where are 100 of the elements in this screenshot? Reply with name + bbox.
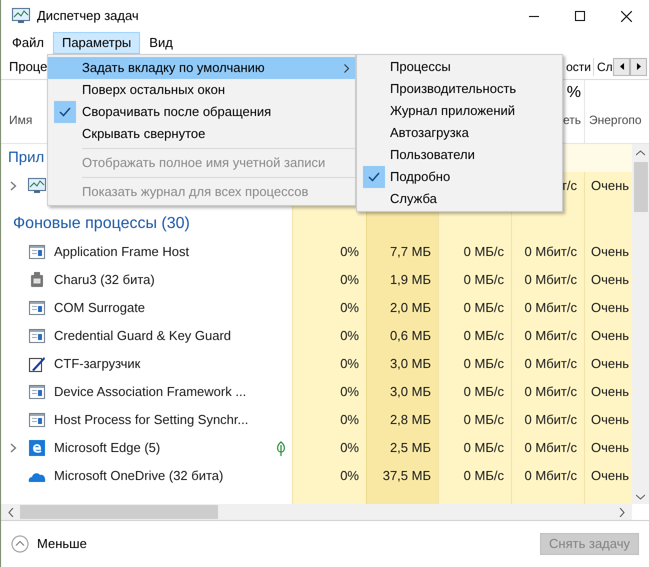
- checkmark-icon: [59, 107, 71, 117]
- memory-cell: 1,9 МБ: [366, 266, 438, 294]
- menu-item[interactable]: Скрывать свернутое: [48, 123, 355, 145]
- monitor-icon: [28, 178, 46, 194]
- scroll-right-button[interactable]: [630, 58, 647, 76]
- network-cell: 0 Мбит/с: [511, 322, 584, 350]
- column-header[interactable]: еть: [562, 111, 581, 129]
- maximize-icon: [575, 11, 585, 21]
- horizontal-scrollbar[interactable]: [1, 504, 632, 520]
- cloud-icon: [28, 470, 46, 482]
- menu-item[interactable]: Производительность: [357, 78, 562, 100]
- memory-cell: 3,0 МБ: [366, 350, 438, 378]
- menu-item[interactable]: Поверх остальных окон: [48, 79, 355, 101]
- scrollbar-thumb[interactable]: [20, 505, 218, 519]
- memory-cell: 2,8 МБ: [366, 406, 438, 434]
- window-icon: [29, 245, 45, 259]
- disk-cell: 0 МБ/с: [438, 434, 511, 462]
- energy-cell: Очень: [584, 350, 632, 378]
- process-name: CTF-загрузчик: [54, 355, 140, 374]
- memory-cell: 0,6 МБ: [366, 322, 438, 350]
- memory-cell: 2,0 МБ: [366, 294, 438, 322]
- cpu-cell: 0%: [292, 266, 366, 294]
- notepad-pen-icon: [29, 356, 45, 372]
- column-header[interactable]: Энергопо: [589, 111, 642, 129]
- window-icon: [29, 301, 45, 315]
- cpu-cell: 0%: [292, 350, 366, 378]
- energy-cell: Очень: [584, 294, 632, 322]
- fewer-details-button[interactable]: Меньше: [11, 534, 87, 554]
- process-name: Device Association Framework ...: [54, 383, 246, 402]
- menu-item[interactable]: Задать вкладку по умолчанию: [48, 57, 355, 79]
- process-name: Host Process for Setting Synchr...: [54, 411, 248, 430]
- energy-cell: Очень: [584, 462, 632, 490]
- right-arrow-icon: [636, 63, 640, 70]
- monitor-icon: [12, 8, 30, 24]
- menu-bar-item[interactable]: Файл: [3, 32, 53, 54]
- window-title: Диспетчер задач: [37, 7, 139, 26]
- window-icon: [29, 329, 45, 343]
- scroll-left-button[interactable]: [613, 58, 630, 76]
- disk-cell: 0 МБ/с: [438, 406, 511, 434]
- process-name: Microsoft Edge (5): [54, 439, 160, 458]
- expand-chevron-icon[interactable]: [10, 181, 16, 191]
- memory-cell: 2,5 МБ: [366, 434, 438, 462]
- cpu-cell: 0%: [292, 462, 366, 490]
- menu-item[interactable]: Журнал приложений: [357, 100, 562, 122]
- network-cell: 0 Мбит/с: [511, 350, 584, 378]
- edge-icon: [29, 440, 45, 456]
- tab[interactable]: Сл: [594, 58, 613, 76]
- vertical-scrollbar[interactable]: [632, 144, 649, 504]
- network-cell: 0 Мбит/с: [511, 406, 584, 434]
- disk-cell: 0 МБ/с: [438, 322, 511, 350]
- menu-bar-item[interactable]: Параметры: [52, 32, 140, 54]
- disk-cell: 0 МБ/с: [438, 378, 511, 406]
- network-cell: 0 Мбит/с: [511, 266, 584, 294]
- disk-cell: 0 МБ/с: [438, 462, 511, 490]
- tab[interactable]: Проце: [9, 56, 48, 76]
- menu-item[interactable]: Процессы: [357, 56, 562, 78]
- group-title: Фоновые процессы (30): [13, 214, 190, 234]
- energy-cell: Очень: [584, 238, 632, 266]
- cpu-cell: 0%: [292, 406, 366, 434]
- window-icon: [29, 413, 45, 427]
- process-name: Charu3 (32 бита): [54, 271, 155, 290]
- left-arrow-icon: [620, 63, 624, 70]
- energy-cell: Очень: [584, 172, 632, 200]
- cpu-cell: 0%: [292, 434, 366, 462]
- group-title: Прил: [8, 148, 44, 168]
- process-name: Microsoft OneDrive (32 бита): [54, 467, 224, 486]
- leaf-icon: [276, 441, 286, 456]
- network-cell: 0 Мбит/с: [511, 462, 584, 490]
- scrollbar-thumb[interactable]: [634, 162, 648, 212]
- cpu-cell: 0%: [292, 322, 366, 350]
- energy-cell: Очень: [584, 266, 632, 294]
- menu-bar-item[interactable]: Вид: [140, 32, 182, 54]
- expand-chevron-icon[interactable]: [10, 443, 16, 453]
- network-cell: 0 Мбит/с: [511, 238, 584, 266]
- checkmark-icon: [368, 172, 380, 182]
- network-cell: 0 Мбит/с: [511, 378, 584, 406]
- process-name: Credential Guard & Key Guard: [54, 327, 232, 346]
- energy-cell: Очень: [584, 378, 632, 406]
- menu-item[interactable]: Сворачивать после обращения: [48, 101, 355, 123]
- disk-cell: 0 МБ/с: [438, 294, 511, 322]
- network-cell: 0 Мбит/с: [511, 294, 584, 322]
- menu-item[interactable]: Автозагрузка: [357, 122, 562, 144]
- chevron-up-icon: [11, 535, 29, 553]
- memory-cell: 3,0 МБ: [366, 378, 438, 406]
- app-icon: [30, 272, 44, 288]
- energy-cell: Очень: [584, 406, 632, 434]
- menu-item[interactable]: Пользователи: [357, 144, 562, 166]
- column-header[interactable]: Имя: [9, 111, 32, 129]
- process-name: Application Frame Host: [54, 243, 190, 262]
- disk-cell: 0 МБ/с: [438, 238, 511, 266]
- disk-cell: 0 МБ/с: [438, 350, 511, 378]
- network-cell: 0 Мбит/с: [511, 434, 584, 462]
- energy-cell: Очень: [584, 434, 632, 462]
- column-usage: %: [566, 83, 581, 103]
- process-name: COM Surrogate: [54, 299, 146, 318]
- cpu-cell: 0%: [292, 238, 366, 266]
- cpu-cell: 0%: [292, 378, 366, 406]
- disk-cell: 0 МБ/с: [438, 266, 511, 294]
- window-icon: [29, 385, 45, 399]
- memory-cell: 37,5 МБ: [366, 462, 438, 490]
